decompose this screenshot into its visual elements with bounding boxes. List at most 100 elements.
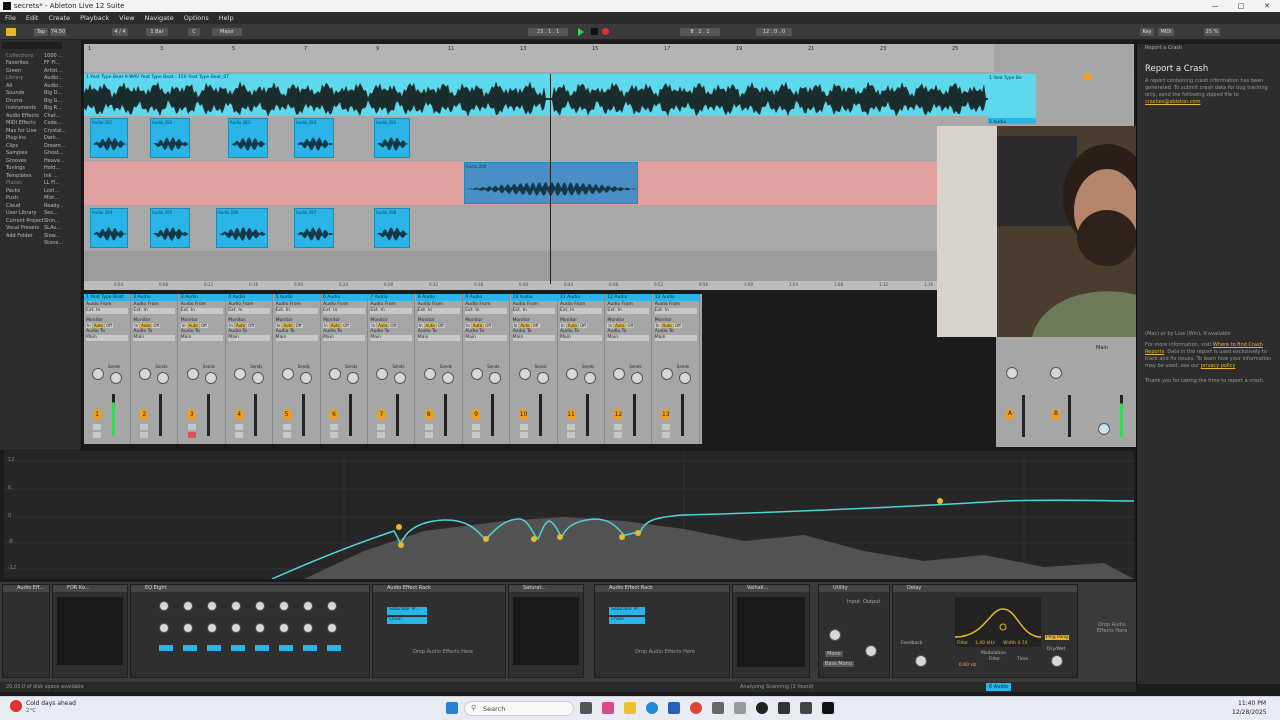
monitor-off-button[interactable]: Off	[531, 323, 540, 328]
track-activator-button[interactable]: 7	[377, 410, 386, 420]
browser-category[interactable]: Clips	[0, 143, 44, 149]
browser-row[interactable]: Places LL Fl...	[0, 180, 82, 188]
device-delay[interactable]: Delay Filter 1.40 kHz Width 0.74 Modulat…	[892, 584, 1078, 678]
eq-freq-knob[interactable]	[231, 601, 241, 611]
strip-name[interactable]: 13 Audio	[652, 294, 699, 301]
browser-category[interactable]: Favorites	[0, 60, 44, 66]
menu-create[interactable]: Create	[48, 14, 70, 22]
browser-row[interactable]: Packs Lost...	[0, 187, 82, 195]
audio-from-select[interactable]: Ext. In	[370, 308, 413, 314]
audio-clip[interactable]: Audio 282	[150, 118, 190, 158]
browser-row[interactable]: Templates Ink ...	[0, 172, 82, 180]
eq-gain-knob[interactable]	[303, 623, 313, 633]
monitor-off-button[interactable]: Off	[152, 323, 161, 328]
browser-category[interactable]: Cloud	[0, 203, 44, 209]
browser-category[interactable]: Max for Live	[0, 128, 44, 134]
browser-list-item[interactable]: Dark...	[44, 135, 74, 141]
audio-to-select[interactable]: Main	[228, 335, 271, 341]
browser-row[interactable]: User Library Ses...	[0, 210, 82, 218]
eq-gain-knob[interactable]	[183, 623, 193, 633]
browser-category[interactable]: Current Project	[0, 218, 44, 224]
send-b-knob[interactable]	[489, 372, 502, 384]
device-audio-effect-rack-2[interactable]: Audio Effect Rack Saturator Pr... Chain …	[594, 584, 730, 678]
delay-ping-pong-button[interactable]: Ping Pong	[1045, 635, 1070, 640]
record-icon[interactable]	[602, 28, 609, 35]
track-activator-button[interactable]: 5	[282, 410, 291, 420]
solo-button[interactable]	[614, 424, 623, 430]
browser-category[interactable]: Drums	[0, 98, 44, 104]
track-activator-button[interactable]: 13	[661, 410, 670, 420]
monitor-in-button[interactable]: In	[654, 323, 661, 328]
browser-category[interactable]: Audio Effects	[0, 113, 44, 119]
monitor-auto-button[interactable]: Auto	[471, 323, 484, 328]
key-map-button[interactable]: Key	[1140, 28, 1154, 36]
return-b-activator[interactable]: B	[1052, 409, 1060, 419]
solo-button[interactable]	[519, 424, 528, 430]
browser-row[interactable]: Green Artist...	[0, 67, 82, 75]
browser-list-item[interactable]: Ses...	[44, 210, 74, 216]
monitor-auto-button[interactable]: Auto	[140, 323, 152, 328]
arm-button[interactable]	[567, 432, 575, 438]
rack-chain-item[interactable]: Saturator Pr...	[609, 607, 645, 615]
send-a-knob[interactable]	[92, 368, 104, 380]
track-lane-3[interactable]: Audio 208	[84, 161, 994, 205]
browser-row[interactable]: All Audio...	[0, 82, 82, 90]
browser-list-item[interactable]: Code...	[44, 120, 74, 126]
browser-category[interactable]: Templates	[0, 173, 44, 179]
menu-help[interactable]: Help	[219, 14, 234, 22]
send-b-knob[interactable]	[584, 372, 596, 384]
menu-edit[interactable]: Edit	[26, 14, 39, 22]
send-a-knob[interactable]	[613, 368, 626, 380]
eq-band-7-handle[interactable]	[635, 530, 641, 536]
monitor-in-button[interactable]: In	[512, 323, 519, 328]
loop-start-field[interactable]: 8 . 2 . 1	[680, 28, 720, 36]
solo-button[interactable]	[140, 424, 149, 430]
track-lane-2[interactable]: Audio 281 Audio 282 Audio 283 Audio 284 Audi…	[84, 116, 994, 160]
rack-chain-label[interactable]: Chain	[387, 617, 427, 624]
track-lane-4[interactable]: Audio 294 Audio 295 Audio 296 Audio 297 Audi…	[84, 206, 994, 250]
audio-from-select[interactable]: Ext. In	[323, 308, 365, 314]
browser-list-item[interactable]: Ghost...	[44, 150, 74, 156]
browser-row[interactable]: Collections 1000 ...	[0, 52, 82, 60]
return-a-send-knob[interactable]	[1006, 367, 1018, 379]
eq-gain-knob[interactable]	[159, 623, 169, 633]
arm-button[interactable]	[424, 432, 433, 438]
obs-icon[interactable]	[756, 702, 768, 714]
delay-dry-wet-knob[interactable]	[1051, 655, 1063, 667]
davinci-icon[interactable]	[778, 702, 790, 714]
monitor-off-button[interactable]: Off	[199, 323, 208, 328]
weather-icon[interactable]	[10, 700, 22, 712]
eq-band-toggle[interactable]	[207, 645, 221, 651]
track-activator-button[interactable]: 6	[330, 410, 338, 420]
audio-to-select[interactable]: Main	[133, 335, 176, 341]
strip-name[interactable]: 10 Audio	[510, 294, 557, 301]
browser-list-item[interactable]: 1000 ...	[44, 53, 74, 59]
browser-row[interactable]: Grooves Heave...	[0, 157, 82, 165]
audio-from-select[interactable]: Ext. In	[228, 308, 271, 314]
app-icon[interactable]	[734, 702, 746, 714]
settings-icon[interactable]	[712, 702, 724, 714]
monitor-in-button[interactable]: In	[370, 323, 377, 328]
eq-band-toggle[interactable]	[303, 645, 317, 651]
monitor-auto-button[interactable]: Auto	[282, 323, 294, 328]
strip-name[interactable]: 6 Audio	[321, 294, 367, 301]
eq-gain-knob[interactable]	[327, 623, 337, 633]
eq-band-4-handle[interactable]	[531, 536, 537, 542]
monitor-auto-button[interactable]: Auto	[92, 323, 105, 328]
play-icon[interactable]	[578, 28, 584, 36]
browser-row[interactable]: Max for Live Crystal...	[0, 127, 82, 135]
clock-date[interactable]: 12/28/2025	[1232, 709, 1267, 716]
menu-options[interactable]: Options	[184, 14, 209, 22]
eq-gain-knob[interactable]	[255, 623, 265, 633]
device-for-ko[interactable]: FOR Ko...	[52, 584, 128, 678]
midi-map-button[interactable]: MIDI	[1158, 28, 1174, 36]
track-activator-button[interactable]: 12	[614, 410, 623, 420]
send-b-knob[interactable]	[441, 372, 454, 384]
audio-clip[interactable]: Audio 283	[228, 118, 268, 158]
monitor-off-button[interactable]: Off	[247, 323, 256, 328]
track-lane-empty[interactable]	[84, 251, 994, 281]
audio-to-select[interactable]: Main	[86, 335, 128, 341]
browser-category[interactable]: MIDI Effects	[0, 120, 44, 126]
eq-gain-knob[interactable]	[231, 623, 241, 633]
arm-button[interactable]	[472, 432, 481, 438]
